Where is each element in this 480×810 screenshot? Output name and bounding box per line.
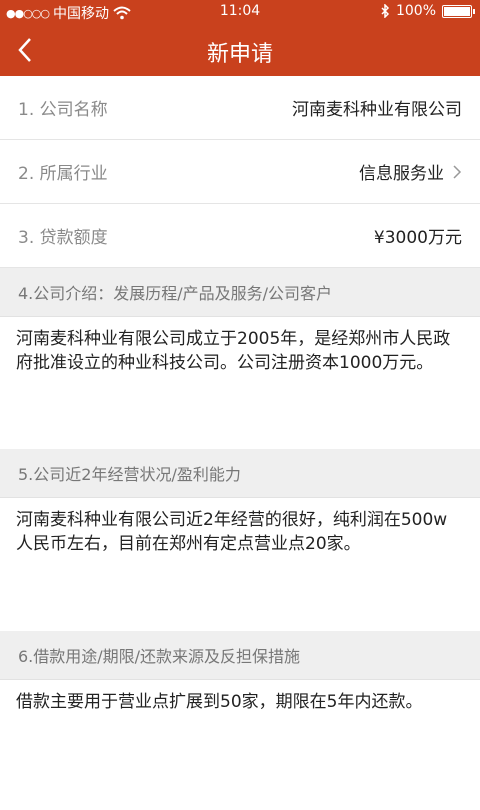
nav-bar: 新申请 bbox=[0, 24, 480, 76]
company-name-value: 河南麦科种业有限公司 bbox=[292, 95, 462, 120]
page-title: 新申请 bbox=[0, 36, 480, 68]
company-intro-header: 4.公司介绍：发展历程/产品及服务/公司客户 bbox=[0, 268, 480, 317]
status-right: 100% bbox=[380, 3, 472, 19]
loan-amount-text: ¥3000万元 bbox=[374, 223, 462, 248]
industry-row[interactable]: 2. 所属行业 信息服务业 bbox=[0, 140, 480, 204]
battery-icon bbox=[442, 5, 472, 18]
industry-label: 2. 所属行业 bbox=[18, 159, 108, 184]
form-content: 1. 公司名称 河南麦科种业有限公司 2. 所属行业 信息服务业 3. 贷款额度… bbox=[0, 76, 480, 800]
bluetooth-icon bbox=[380, 4, 390, 18]
industry-value: 信息服务业 bbox=[359, 159, 462, 184]
loan-amount-label: 3. 贷款额度 bbox=[18, 223, 108, 248]
industry-text: 信息服务业 bbox=[359, 159, 444, 184]
operation-status-header: 5.公司近2年经营状况/盈利能力 bbox=[0, 449, 480, 498]
loan-purpose-header: 6.借款用途/期限/还款来源及反担保措施 bbox=[0, 631, 480, 680]
battery-percent: 100% bbox=[396, 3, 436, 19]
operation-status-text[interactable]: 河南麦科种业有限公司近2年经营的很好，纯利润在500w人民币左右，目前在郑州有定… bbox=[0, 498, 480, 631]
company-name-label: 1. 公司名称 bbox=[18, 95, 108, 120]
status-bar: ●●○○○ 中国移动 11:04 100% bbox=[0, 0, 480, 24]
company-intro-text[interactable]: 河南麦科种业有限公司成立于2005年，是经郑州市人民政府批准设立的种业科技公司。… bbox=[0, 317, 480, 449]
loan-purpose-text[interactable]: 借款主要用于营业点扩展到50家，期限在5年内还款。 bbox=[0, 680, 480, 810]
loan-amount-value: ¥3000万元 bbox=[374, 223, 462, 248]
loan-amount-row[interactable]: 3. 贷款额度 ¥3000万元 bbox=[0, 204, 480, 268]
company-name-text: 河南麦科种业有限公司 bbox=[292, 95, 462, 120]
chevron-right-icon bbox=[452, 164, 462, 180]
company-name-row[interactable]: 1. 公司名称 河南麦科种业有限公司 bbox=[0, 76, 480, 140]
